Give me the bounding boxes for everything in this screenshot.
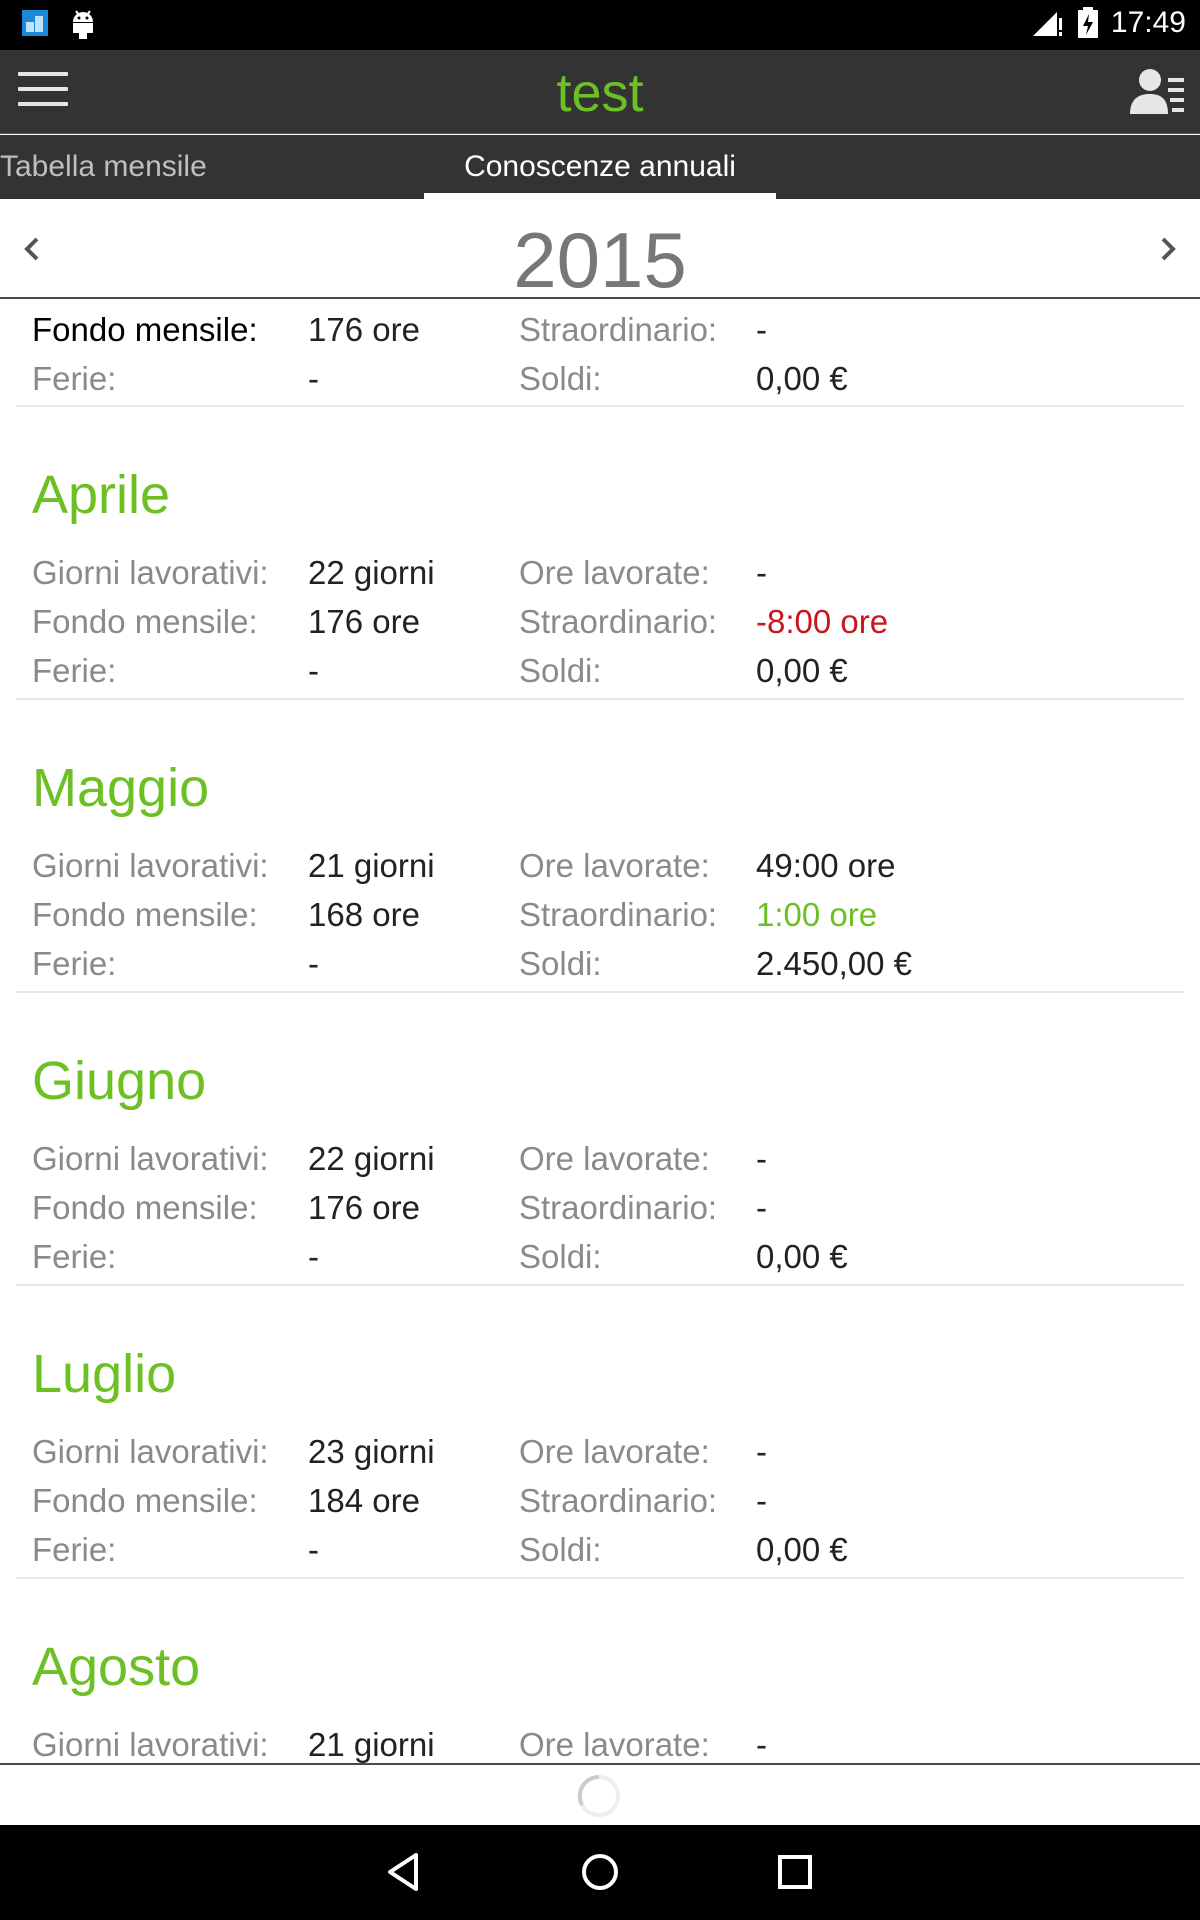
row-value: - (756, 1482, 767, 1519)
tab-annual-summary[interactable]: Conoscenze annuali (424, 135, 776, 199)
app-icon (22, 10, 48, 36)
row-label: Soldi: (519, 1531, 602, 1568)
row-value: 21 giorni (308, 847, 435, 884)
row-label: Giorni lavorativi: (32, 554, 269, 591)
row-label: Giorni lavorativi: (32, 1140, 269, 1177)
row-value: - (308, 360, 319, 397)
row-value: 176 ore (308, 1189, 420, 1226)
month-title: Aprile (32, 465, 171, 525)
row-value: - (756, 1726, 767, 1763)
row-label: Fondo mensile: (32, 896, 258, 933)
row-label: Fondo mensile: (32, 1189, 258, 1226)
row-label: Soldi: (519, 945, 602, 982)
row-value: - (756, 1189, 767, 1226)
divider (16, 698, 1184, 700)
row-label: Fondo mensile: (32, 311, 258, 348)
back-icon[interactable] (380, 1847, 430, 1897)
row-label: Ferie: (32, 945, 117, 982)
tab-monthly-table[interactable]: Tabella mensile (0, 135, 207, 199)
status-time: 17:49 (1110, 6, 1186, 39)
row-label: Fondo mensile: (32, 1482, 258, 1519)
row-value: - (756, 1140, 767, 1177)
month-title: Luglio (32, 1344, 177, 1404)
row-value: - (756, 1433, 767, 1470)
row-value: 0,00 € (756, 1238, 848, 1275)
row-value: 168 ore (308, 896, 420, 933)
row-label: Ore lavorate: (519, 1140, 710, 1177)
row-label: Giorni lavorativi: (32, 847, 269, 884)
month-title: Agosto (32, 1637, 201, 1697)
row-label: Straordinario: (519, 1482, 718, 1519)
row-label: Straordinario: (519, 311, 718, 348)
month-title: Giugno (32, 1051, 207, 1111)
row-value: 0,00 € (756, 652, 848, 689)
row-value: 22 giorni (308, 1140, 435, 1177)
divider (16, 1577, 1184, 1579)
row-label: Soldi: (519, 1238, 602, 1275)
signal-icon (1032, 12, 1062, 36)
row-value: 184 ore (308, 1482, 420, 1519)
divider (16, 991, 1184, 993)
row-value: - (308, 652, 319, 689)
row-value: 22 giorni (308, 554, 435, 591)
row-value: - (308, 1531, 319, 1568)
status-bar: 17:49 (0, 0, 1200, 50)
app-bar: test (0, 50, 1200, 134)
android-icon (73, 10, 93, 39)
row-value: - (756, 554, 767, 591)
profile-list-icon[interactable] (1128, 66, 1186, 118)
overtime-value: 1:00 ore (756, 896, 878, 933)
row-label: Soldi: (519, 652, 602, 689)
row-label: Giorni lavorativi: (32, 1433, 269, 1470)
home-icon[interactable] (575, 1847, 625, 1897)
row-label: Ore lavorate: (519, 1726, 710, 1763)
system-nav-bar (0, 1825, 1200, 1920)
row-label: Soldi: (519, 360, 602, 397)
divider (16, 405, 1184, 407)
row-value: 49:00 ore (756, 847, 896, 884)
row-label: Ore lavorate: (519, 1433, 710, 1470)
app-title: test (556, 63, 644, 123)
row-value: 23 giorni (308, 1433, 435, 1470)
row-label: Straordinario: (519, 896, 718, 933)
month-title: Maggio (32, 758, 210, 818)
row-value: 176 ore (308, 603, 420, 640)
row-label: Ferie: (32, 360, 117, 397)
row-value: 176 ore (308, 311, 420, 348)
row-label: Ferie: (32, 1238, 117, 1275)
loading-bar (0, 1763, 1200, 1825)
tab-bar: Tabella mensile Conoscenze annuali (0, 135, 1200, 199)
row-value: - (308, 1238, 319, 1275)
row-label: Ore lavorate: (519, 554, 710, 591)
row-label: Fondo mensile: (32, 603, 258, 640)
row-label: Ore lavorate: (519, 847, 710, 884)
annual-summary-list[interactable]: Fondo mensile: 176 ore Straordinario: - … (0, 301, 1200, 1763)
row-label: Giorni lavorativi: (32, 1726, 269, 1763)
battery-charging-icon (1077, 7, 1098, 38)
row-value: 0,00 € (756, 1531, 848, 1568)
row-label: Straordinario: (519, 603, 718, 640)
overtime-value: -8:00 ore (756, 603, 889, 640)
year-label: 2015 (513, 216, 687, 304)
year-navigator: 2015 (0, 199, 1200, 304)
chevron-right-icon[interactable] (1148, 229, 1188, 269)
row-label: Ferie: (32, 652, 117, 689)
row-value: - (308, 945, 319, 982)
row-value: 21 giorni (308, 1726, 435, 1763)
divider (16, 1284, 1184, 1286)
recents-icon[interactable] (770, 1847, 820, 1897)
row-label: Straordinario: (519, 1189, 718, 1226)
row-value: - (756, 311, 767, 348)
row-value: 2.450,00 € (756, 945, 912, 982)
loading-spinner-icon (577, 1774, 620, 1817)
row-value: 0,00 € (756, 360, 848, 397)
row-label: Ferie: (32, 1531, 117, 1568)
